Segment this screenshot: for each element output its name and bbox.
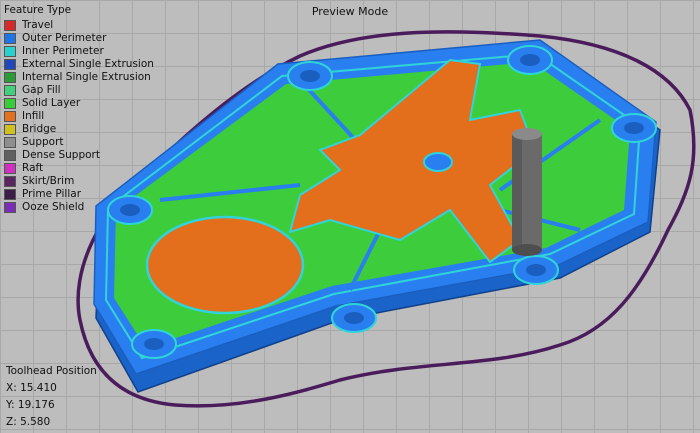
- legend-item-label: External Single Extrusion: [22, 58, 154, 70]
- legend-item-label: Ooze Shield: [22, 201, 85, 213]
- legend-item-label: Raft: [22, 162, 44, 174]
- legend-color-swatch: [4, 46, 16, 57]
- legend-item-label: Dense Support: [22, 149, 100, 161]
- legend-color-swatch: [4, 202, 16, 213]
- legend-item-label: Internal Single Extrusion: [22, 71, 151, 83]
- legend-item[interactable]: External Single Extrusion: [4, 58, 154, 71]
- legend-color-swatch: [4, 176, 16, 187]
- legend-item[interactable]: Internal Single Extrusion: [4, 71, 154, 84]
- legend-item[interactable]: Travel: [4, 19, 154, 32]
- legend-item[interactable]: Dense Support: [4, 149, 154, 162]
- legend-color-swatch: [4, 33, 16, 44]
- legend-color-swatch: [4, 189, 16, 200]
- toolhead-x: X: 15.410: [6, 382, 57, 394]
- legend-item-label: Infill: [22, 110, 45, 122]
- legend-color-swatch: [4, 150, 16, 161]
- toolhead-z: Z: 5.580: [6, 416, 51, 428]
- legend-color-swatch: [4, 137, 16, 148]
- legend-color-swatch: [4, 20, 16, 31]
- 3d-viewport[interactable]: Preview Mode Feature Type Travel Outer Pe…: [0, 0, 700, 433]
- legend-item[interactable]: Inner Perimeter: [4, 45, 154, 58]
- legend-item[interactable]: Raft: [4, 162, 154, 175]
- legend-color-swatch: [4, 98, 16, 109]
- legend-item[interactable]: Ooze Shield: [4, 201, 154, 214]
- legend-item-label: Outer Perimeter: [22, 32, 107, 44]
- legend-item[interactable]: Support: [4, 136, 154, 149]
- legend-item-label: Solid Layer: [22, 97, 81, 109]
- toolhead-y: Y: 19.176: [6, 399, 55, 411]
- legend-item-label: Support: [22, 136, 64, 148]
- center-hole: [423, 152, 453, 172]
- support-pillar: [512, 128, 542, 256]
- legend-item[interactable]: Skirt/Brim: [4, 175, 154, 188]
- legend-color-swatch: [4, 124, 16, 135]
- legend-item-label: Inner Perimeter: [22, 45, 104, 57]
- legend-title: Feature Type: [4, 4, 72, 16]
- infill-round-pad: [145, 215, 305, 315]
- legend-item[interactable]: Bridge: [4, 123, 154, 136]
- legend-item[interactable]: Prime Pillar: [4, 188, 154, 201]
- legend-item-label: Prime Pillar: [22, 188, 82, 200]
- legend-color-swatch: [4, 72, 16, 83]
- feature-type-legend: Feature Type Travel Outer Perimeter Inner …: [4, 4, 154, 214]
- legend-item[interactable]: Gap Fill: [4, 84, 154, 97]
- legend-color-swatch: [4, 59, 16, 70]
- legend-item[interactable]: Solid Layer: [4, 97, 154, 110]
- legend-color-swatch: [4, 85, 16, 96]
- legend-color-swatch: [4, 163, 16, 174]
- legend-item-label: Skirt/Brim: [22, 175, 75, 187]
- legend-item-label: Travel: [22, 19, 54, 31]
- toolhead-position-panel: Toolhead Position X: 15.410 Y: 19.176 Z:…: [6, 363, 97, 431]
- legend-item-label: Gap Fill: [22, 84, 61, 96]
- legend-item[interactable]: Outer Perimeter: [4, 32, 154, 45]
- toolhead-title: Toolhead Position: [6, 365, 97, 377]
- legend-item-label: Bridge: [22, 123, 57, 135]
- legend-item[interactable]: Infill: [4, 110, 154, 123]
- legend-color-swatch: [4, 111, 16, 122]
